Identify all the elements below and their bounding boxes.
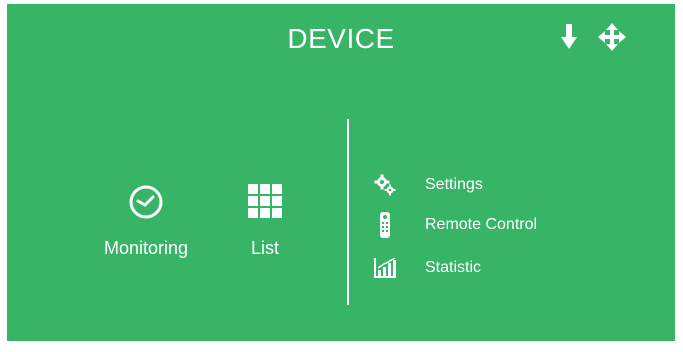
bar-chart-icon	[373, 256, 397, 280]
list-button[interactable]: List	[235, 184, 295, 259]
gears-icon	[373, 173, 397, 197]
menu-item-statistic[interactable]: Statistic	[373, 255, 481, 281]
menu-item-label: Statistic	[425, 259, 482, 276]
remote-icon	[373, 212, 397, 238]
list-label: List	[250, 238, 279, 258]
menu-item-settings[interactable]: Settings	[373, 172, 483, 198]
menu-item-remote-control[interactable]: Remote Control	[373, 212, 537, 238]
menu-item-label: Remote Control	[425, 216, 538, 233]
device-panel: DEVICE Monitoring List Settings Remote C…	[7, 4, 675, 341]
monitoring-button[interactable]: Monitoring	[91, 184, 201, 259]
menu-item-label: Settings	[425, 176, 483, 193]
monitoring-label: Monitoring	[103, 238, 189, 258]
move-icon[interactable]	[598, 23, 626, 56]
download-icon[interactable]	[561, 24, 577, 55]
vertical-divider	[347, 119, 349, 305]
grid-icon	[248, 184, 282, 223]
clock-icon	[128, 184, 164, 225]
